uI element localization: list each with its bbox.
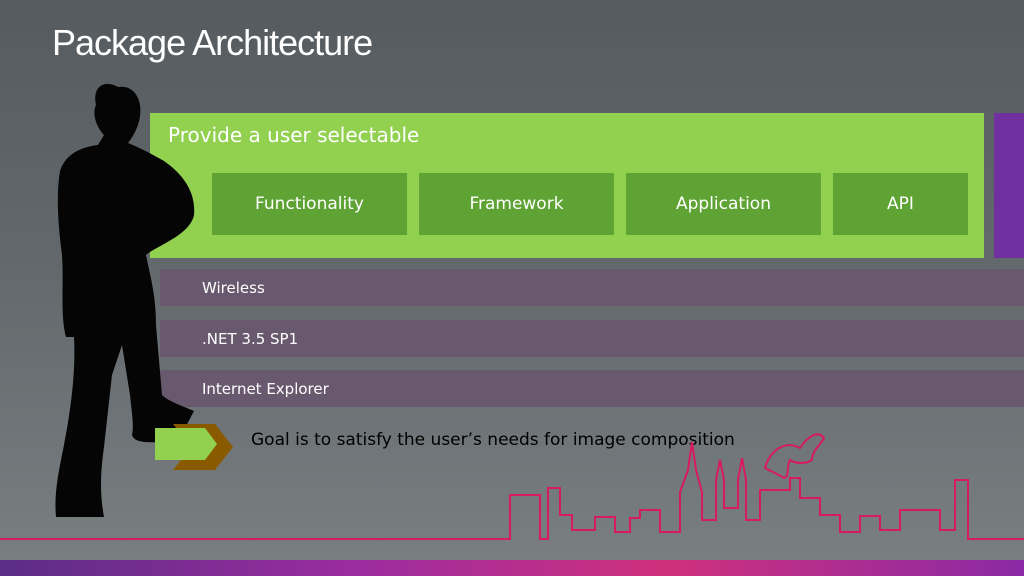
layer-bar-dotnet: .NET 3.5 SP1 — [160, 320, 1024, 357]
option-api[interactable]: API — [833, 173, 968, 235]
bottom-accent-strip — [0, 560, 1024, 576]
option-framework[interactable]: Framework — [419, 173, 614, 235]
layer-bar-wireless: Wireless — [160, 269, 1024, 306]
selection-panel: Provide a user selectable Functionality … — [150, 113, 984, 258]
purple-accent-block — [994, 113, 1024, 258]
option-application[interactable]: Application — [626, 173, 821, 235]
city-skyline-outline — [0, 433, 1024, 540]
layer-bar-internet-explorer: Internet Explorer — [160, 370, 1024, 407]
slide-title: Package Architecture — [52, 22, 373, 63]
option-functionality[interactable]: Functionality — [212, 173, 407, 235]
